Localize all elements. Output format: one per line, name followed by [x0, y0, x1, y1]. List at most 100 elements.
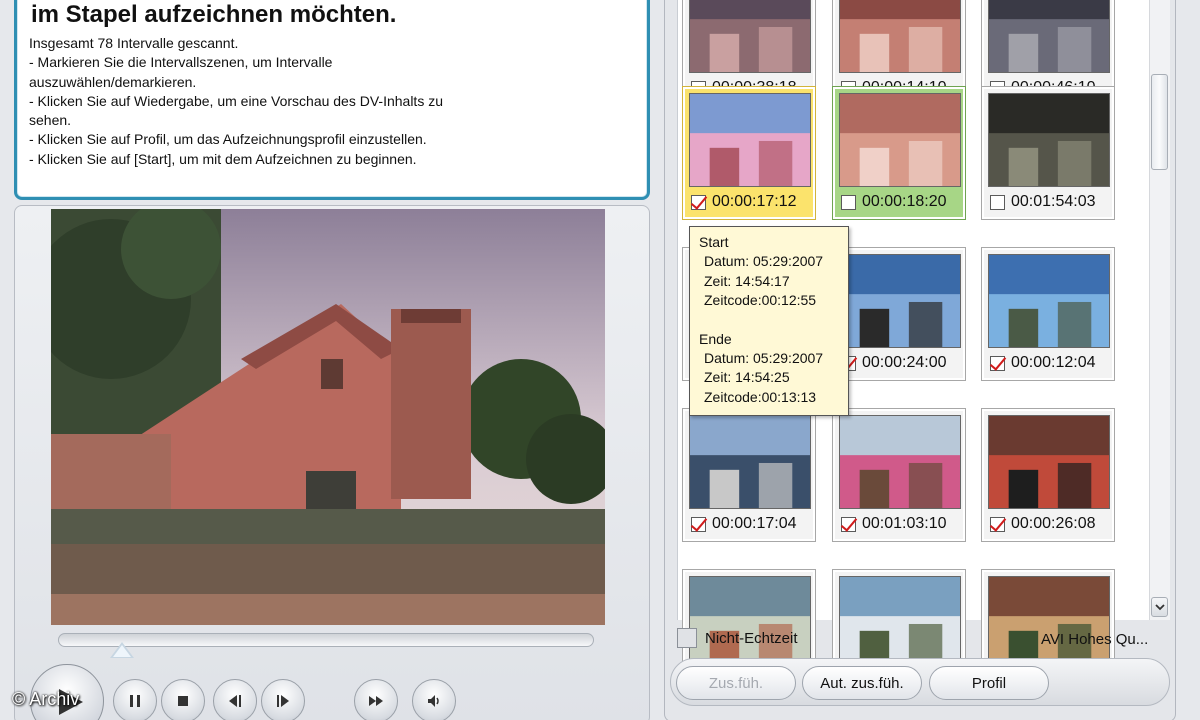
scene-timecode: 00:00:12:04 — [1011, 354, 1096, 371]
scene-preview-image[interactable] — [689, 0, 811, 73]
scene-row: 00:01:54:03 — [990, 191, 1096, 213]
merge-button[interactable]: Zus.füh. — [676, 666, 796, 700]
scene-row: 00:00:17:12 — [691, 191, 797, 213]
instruction-line: - Klicken Sie auf Wiedergabe, um eine Vo… — [29, 92, 443, 109]
scene-preview-image[interactable] — [689, 415, 811, 509]
scene-timecode: 00:01:03:10 — [862, 515, 947, 532]
scene-preview-image[interactable] — [988, 254, 1110, 348]
scene-checkbox[interactable] — [990, 355, 1005, 371]
scene-checkbox[interactable] — [841, 194, 856, 210]
instruction-line: sehen. — [29, 112, 72, 129]
scene-image — [989, 416, 1109, 508]
scene-preview-image[interactable] — [839, 415, 961, 509]
pause-icon — [130, 695, 140, 707]
scene-tooltip: Start Datum: 05:29:2007 Zeit: 14:54:17 Z… — [689, 226, 849, 416]
scene-row: 00:00:17:04 — [691, 513, 797, 535]
scene-image — [989, 0, 1109, 72]
scrollbar-thumb[interactable] — [1151, 74, 1168, 170]
non-realtime-checkbox[interactable] — [677, 628, 697, 648]
next-frame-icon — [277, 695, 289, 707]
scene-image — [840, 0, 960, 72]
scene-image — [840, 94, 960, 186]
scene-preview-image[interactable] — [988, 415, 1110, 509]
scene-thumbnail[interactable]: 00:00:18:20 — [832, 86, 966, 220]
previous-frame-button[interactable] — [213, 679, 257, 720]
scene-image — [690, 0, 810, 72]
scene-preview-image[interactable] — [839, 93, 961, 187]
recording-profile-name: AVI Hohes Qu... — [1041, 631, 1149, 648]
scene-timecode: 00:00:24:00 — [862, 354, 947, 371]
scene-row: 00:00:12:04 — [990, 352, 1096, 374]
scene-row: 00:00:26:08 — [990, 513, 1096, 535]
scene-timecode: 00:00:18:20 — [862, 193, 947, 210]
scene-checkbox[interactable] — [691, 516, 706, 532]
scene-timecode: 00:00:17:12 — [712, 193, 797, 210]
instruction-panel: im Stapel aufzeichnen möchten. Insgesamt… — [14, 0, 650, 200]
scene-checkbox[interactable] — [691, 194, 706, 210]
tooltip-end-timecode: Zeitcode:00:13:13 — [704, 388, 817, 405]
fast-forward-button[interactable] — [354, 679, 398, 720]
scene-row: 00:01:03:10 — [841, 513, 947, 535]
profile-button[interactable]: Profil — [929, 666, 1049, 700]
scene-row: 00:00:18:20 — [841, 191, 947, 213]
scene-thumbnail[interactable]: 00:00:26:08 — [981, 408, 1115, 542]
scene-timecode: 00:01:54:03 — [1011, 193, 1096, 210]
instruction-line: Insgesamt 78 Intervalle gescannt. — [29, 35, 239, 51]
video-frame-image — [51, 209, 605, 625]
scene-preview-image[interactable] — [988, 576, 1110, 670]
scene-row: 00:00:24:00 — [841, 352, 947, 374]
watermark: © Archiv — [12, 689, 80, 709]
tooltip-start-timecode: Zeitcode:00:12:55 — [704, 292, 817, 309]
scene-thumbnail[interactable]: 00:00:17:12 — [682, 86, 816, 220]
scene-thumbnail[interactable]: 00:01:03:10 — [832, 408, 966, 542]
scene-checkbox[interactable] — [990, 194, 1005, 210]
scroll-down-button[interactable] — [1151, 597, 1168, 617]
instruction-line: - Klicken Sie auf Profil, um das Aufzeic… — [29, 131, 427, 148]
scene-preview-image[interactable] — [689, 93, 811, 187]
scene-image — [840, 255, 960, 347]
scene-checkbox[interactable] — [990, 516, 1005, 532]
tooltip-start-date: Datum: 05:29:2007 — [704, 253, 824, 270]
scene-preview-image[interactable] — [839, 254, 961, 348]
scene-preview-image[interactable] — [839, 576, 961, 670]
instruction-line: - Markieren Sie die Intervallszenen, um … — [29, 54, 333, 71]
scene-checkbox[interactable] — [841, 516, 856, 532]
instruction-title: im Stapel aufzeichnen möchten. — [31, 1, 397, 28]
stop-icon — [178, 696, 188, 706]
scene-preview-image[interactable] — [839, 0, 961, 73]
scene-preview-image[interactable] — [988, 93, 1110, 187]
scene-image — [989, 255, 1109, 347]
tooltip-end-time: Zeit: 14:54:25 — [704, 369, 790, 386]
stop-button[interactable] — [161, 679, 205, 720]
video-preview — [51, 209, 605, 625]
scene-thumbnail[interactable]: 00:01:54:03 — [981, 86, 1115, 220]
auto-merge-button[interactable]: Aut. zus.füh. — [802, 666, 922, 700]
seek-bar[interactable] — [58, 633, 594, 647]
scene-timecode: 00:00:17:04 — [712, 515, 797, 532]
fast-forward-icon — [369, 696, 383, 706]
scene-image — [840, 416, 960, 508]
scene-preview-image[interactable] — [689, 576, 811, 670]
instruction-text: Insgesamt 78 Intervalle gescannt. - Mark… — [29, 34, 529, 169]
tooltip-start-time: Zeit: 14:54:17 — [704, 272, 790, 289]
scene-image — [690, 416, 810, 508]
tooltip-start-label: Start — [699, 234, 729, 250]
scene-thumbnail[interactable]: 00:00:12:04 — [981, 247, 1115, 381]
scene-preview-image[interactable] — [988, 0, 1110, 73]
instruction-line: - Klicken Sie auf [Start], um mit dem Au… — [29, 150, 417, 167]
scene-image — [840, 577, 960, 669]
instruction-line: auszuwählen/demarkieren. — [29, 73, 197, 90]
non-realtime-option[interactable]: Nicht-Echtzeit — [677, 628, 798, 648]
next-frame-button[interactable] — [261, 679, 305, 720]
volume-icon — [428, 695, 439, 707]
scene-thumbnail[interactable]: 00:00:24:00 — [832, 247, 966, 381]
previous-frame-icon — [229, 695, 241, 707]
chevron-down-icon — [1154, 604, 1165, 611]
scene-timecode: 00:00:26:08 — [1011, 515, 1096, 532]
seek-thumb-highlight — [113, 645, 131, 657]
pause-button[interactable] — [113, 679, 157, 720]
volume-button[interactable] — [412, 679, 456, 720]
tooltip-end-label: Ende — [699, 330, 732, 347]
scene-thumbnail[interactable]: 00:00:17:04 — [682, 408, 816, 542]
tooltip-spacer — [699, 311, 848, 330]
